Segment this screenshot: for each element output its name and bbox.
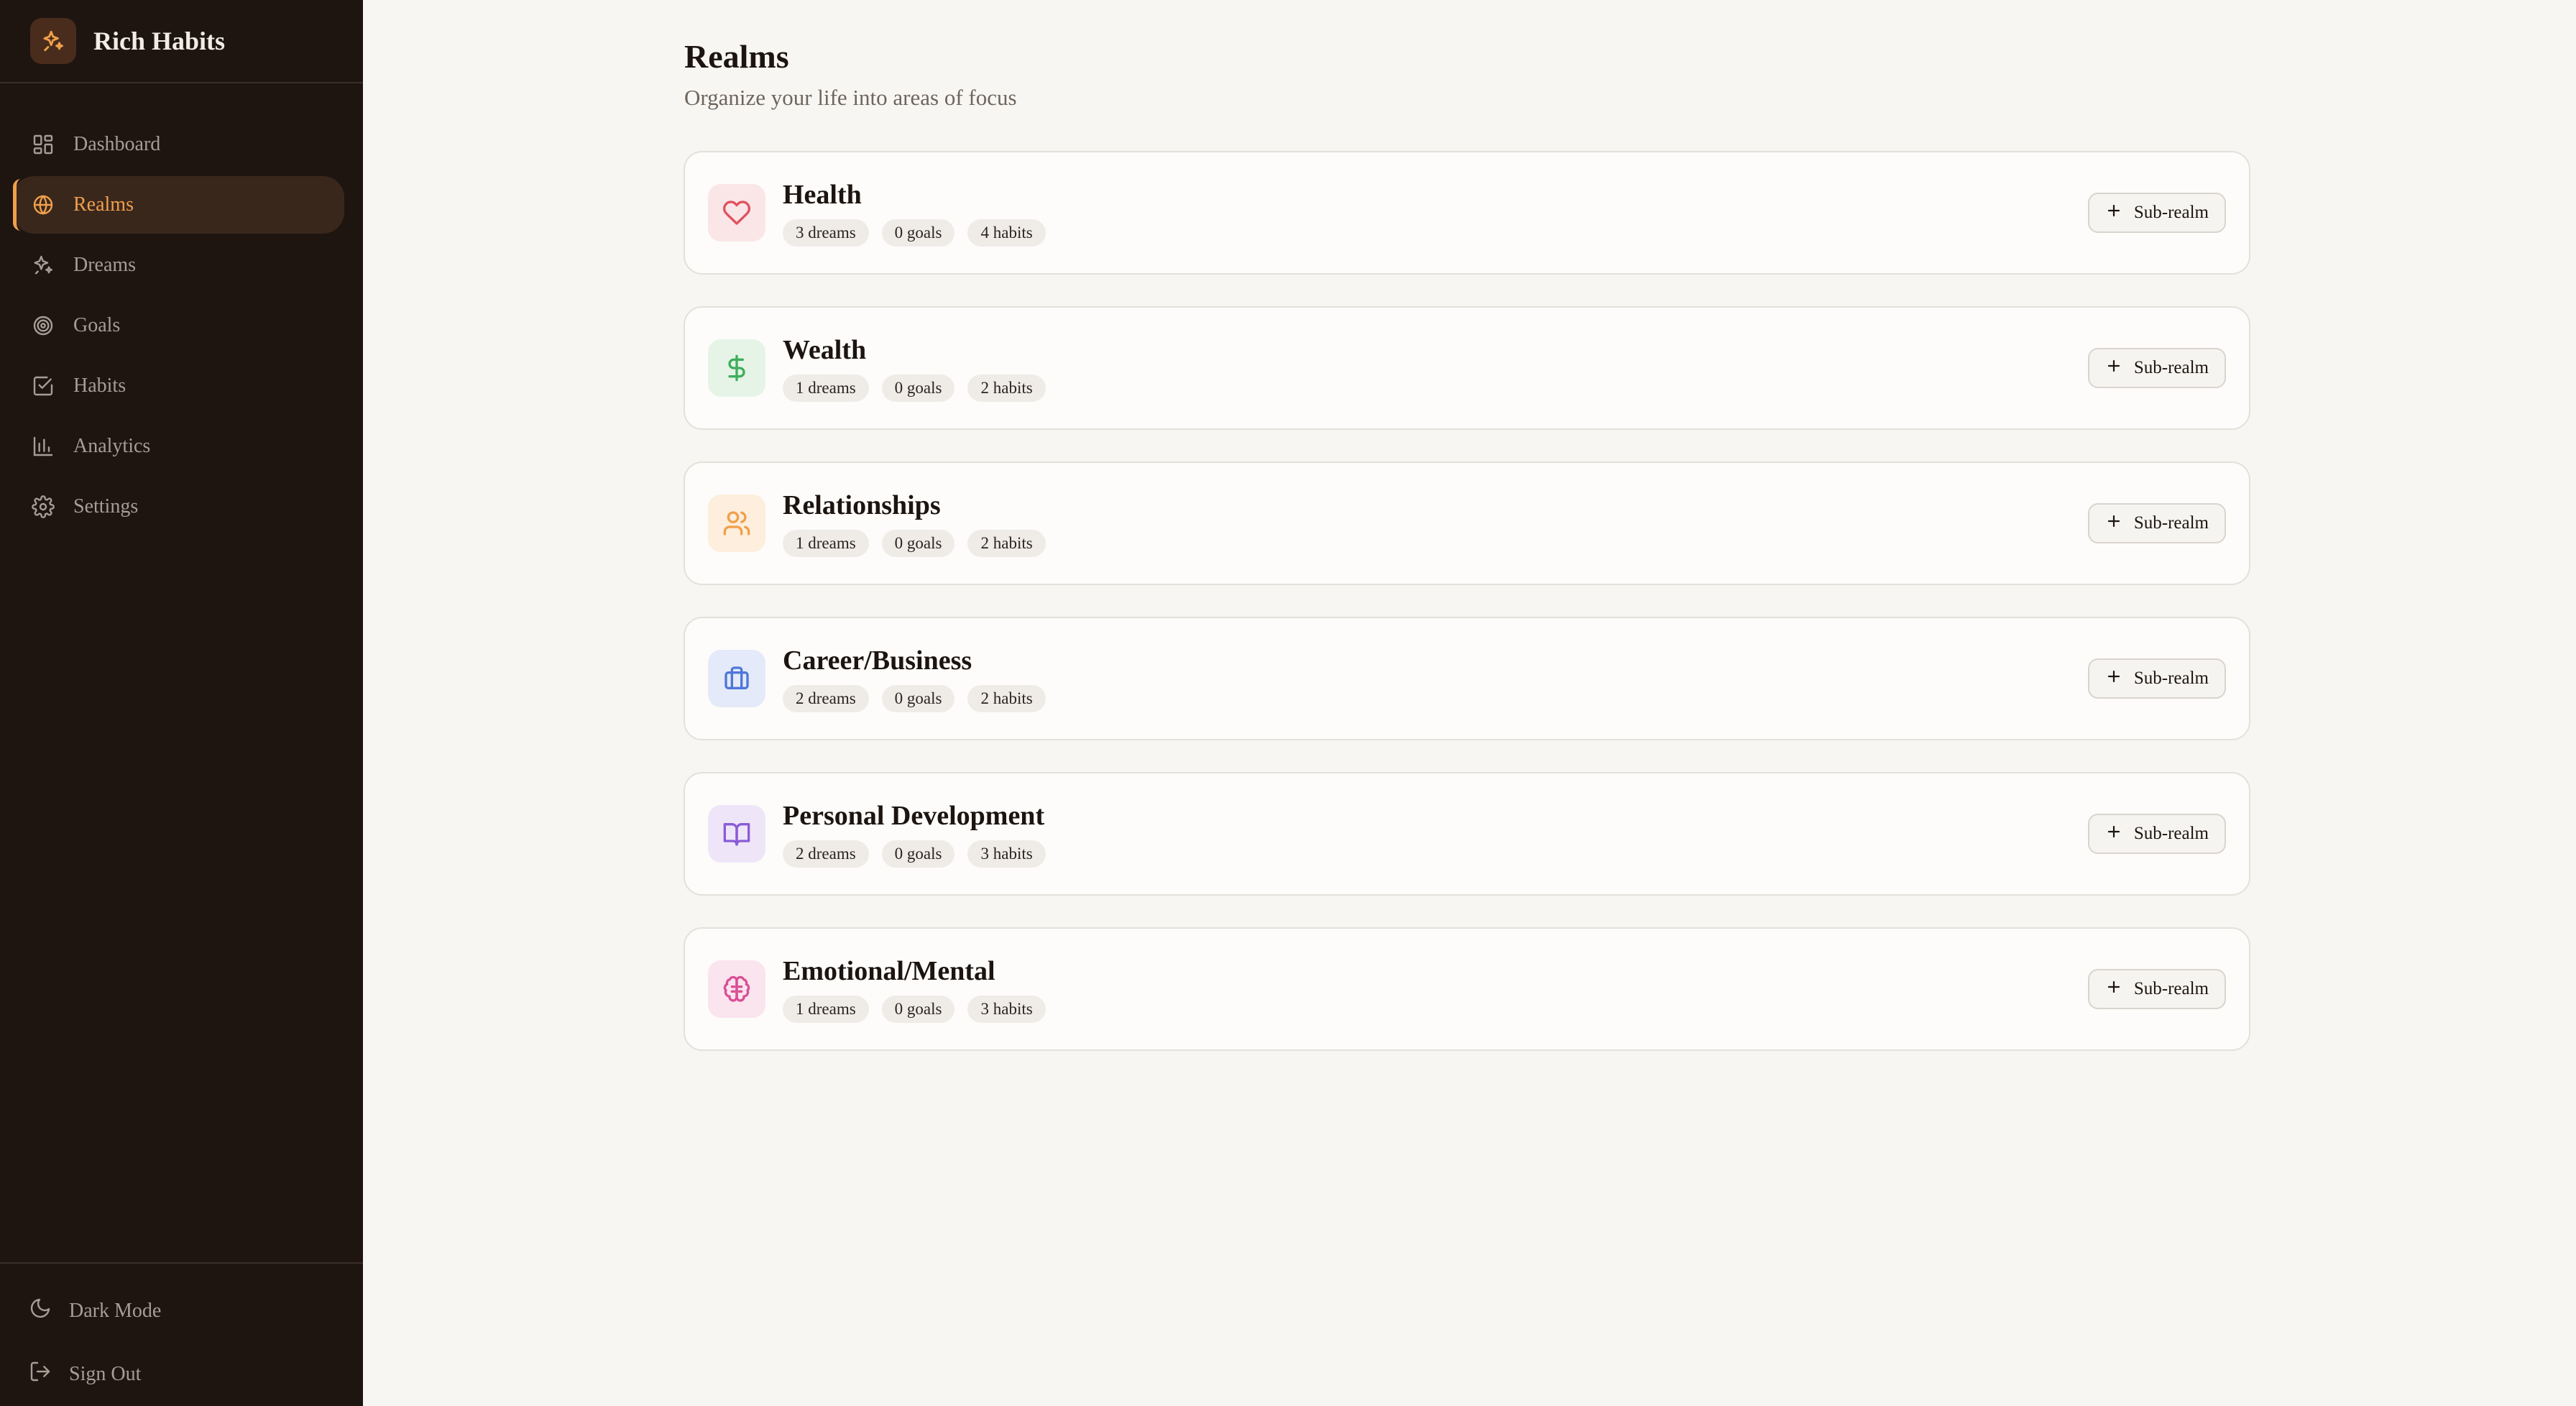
briefcase-icon <box>708 650 765 707</box>
nav-item-habits[interactable]: Habits <box>13 357 344 415</box>
dreams-count-badge: 1 dreams <box>783 530 869 557</box>
moon-icon <box>29 1297 52 1325</box>
nav-label: Analytics <box>73 435 151 457</box>
main-nav: Dashboard Realms Dreams Goals Habits Ana… <box>0 83 363 538</box>
add-sub-realm-button[interactable]: Sub-realm <box>2087 658 2226 699</box>
goals-count-badge: 0 goals <box>881 219 955 247</box>
nav-item-settings[interactable]: Settings <box>13 478 344 536</box>
sidebar-footer: Dark Mode Sign Out <box>0 1262 363 1406</box>
add-sub-realm-button[interactable]: Sub-realm <box>2087 814 2226 854</box>
nav-item-dreams[interactable]: Dreams <box>13 236 344 294</box>
goals-count-badge: 0 goals <box>881 530 955 557</box>
realm-card-personal-development[interactable]: Personal Development 2 dreams 0 goals 3 … <box>684 772 2250 896</box>
realm-card-wealth[interactable]: Wealth 1 dreams 0 goals 2 habits Sub-rea… <box>684 306 2250 430</box>
sparkles-icon <box>30 252 56 278</box>
sparkles-icon <box>30 18 76 64</box>
dark-mode-toggle[interactable]: Dark Mode <box>0 1279 363 1343</box>
sub-realm-label: Sub-realm <box>2133 203 2209 222</box>
main-content: Realms Organize your life into areas of … <box>363 0 2576 1406</box>
book-open-icon <box>708 805 765 863</box>
dreams-count-badge: 1 dreams <box>783 375 869 402</box>
realm-card-relationships[interactable]: Relationships 1 dreams 0 goals 2 habits … <box>684 461 2250 585</box>
sub-realm-label: Sub-realm <box>2133 824 2209 843</box>
realm-name: Career/Business <box>783 645 972 676</box>
nav-label: Habits <box>73 375 126 397</box>
target-icon <box>30 313 56 339</box>
sign-out-label: Sign Out <box>69 1363 142 1385</box>
sub-realm-label: Sub-realm <box>2133 979 2209 998</box>
users-icon <box>708 495 765 552</box>
add-sub-realm-button[interactable]: Sub-realm <box>2087 503 2226 543</box>
page-title: Realms <box>684 38 789 75</box>
add-sub-realm-button[interactable]: Sub-realm <box>2087 969 2226 1009</box>
realm-name: Relationships <box>783 490 941 520</box>
goals-count-badge: 0 goals <box>881 996 955 1023</box>
realm-name: Wealth <box>783 335 867 365</box>
goals-count-badge: 0 goals <box>881 685 955 712</box>
bar-chart-icon <box>30 433 56 459</box>
sub-realm-label: Sub-realm <box>2133 513 2209 533</box>
dollar-icon <box>708 339 765 397</box>
check-square-icon <box>30 373 56 399</box>
sub-realm-label: Sub-realm <box>2133 668 2209 688</box>
realm-card-health[interactable]: Health 3 dreams 0 goals 4 habits Sub-rea… <box>684 151 2250 275</box>
add-sub-realm-button[interactable]: Sub-realm <box>2087 193 2226 233</box>
realm-name: Personal Development <box>783 801 1045 831</box>
plus-icon <box>2105 357 2122 380</box>
habits-count-badge: 4 habits <box>967 219 1046 247</box>
plus-icon <box>2105 823 2122 845</box>
nav-label: Dashboard <box>73 133 161 155</box>
nav-label: Dreams <box>73 254 137 276</box>
page-subtitle: Organize your life into areas of focus <box>684 85 1017 110</box>
goals-count-badge: 0 goals <box>881 375 955 402</box>
brand[interactable]: Rich Habits <box>0 0 363 83</box>
realm-list: Health 3 dreams 0 goals 4 habits Sub-rea… <box>684 151 2250 1083</box>
plus-icon <box>2105 668 2122 690</box>
sign-out-button[interactable]: Sign Out <box>0 1343 363 1406</box>
nav-label: Goals <box>73 314 121 336</box>
dreams-count-badge: 1 dreams <box>783 996 869 1023</box>
goals-count-badge: 0 goals <box>881 840 955 868</box>
nav-item-dashboard[interactable]: Dashboard <box>13 116 344 173</box>
layout-dashboard-icon <box>30 132 56 157</box>
heart-icon <box>708 184 765 242</box>
habits-count-badge: 3 habits <box>967 996 1046 1023</box>
plus-icon <box>2105 513 2122 535</box>
log-out-icon <box>29 1360 52 1389</box>
sub-realm-label: Sub-realm <box>2133 358 2209 377</box>
nav-item-realms[interactable]: Realms <box>13 176 344 234</box>
dark-mode-label: Dark Mode <box>69 1300 162 1322</box>
nav-label: Settings <box>73 495 139 518</box>
nav-item-analytics[interactable]: Analytics <box>13 418 344 475</box>
realm-card-career-business[interactable]: Career/Business 2 dreams 0 goals 2 habit… <box>684 617 2250 740</box>
brand-name: Rich Habits <box>93 27 226 55</box>
sidebar: Rich Habits Dashboard Realms Dreams Goal… <box>0 0 363 1406</box>
dreams-count-badge: 2 dreams <box>783 685 869 712</box>
realm-name: Emotional/Mental <box>783 956 995 986</box>
nav-item-goals[interactable]: Goals <box>13 297 344 354</box>
realm-name: Health <box>783 180 862 210</box>
brain-icon <box>708 960 765 1018</box>
plus-icon <box>2105 202 2122 224</box>
dreams-count-badge: 2 dreams <box>783 840 869 868</box>
dreams-count-badge: 3 dreams <box>783 219 869 247</box>
add-sub-realm-button[interactable]: Sub-realm <box>2087 348 2226 388</box>
gear-icon <box>30 494 56 520</box>
globe-icon <box>30 192 56 218</box>
habits-count-badge: 2 habits <box>967 375 1046 402</box>
habits-count-badge: 3 habits <box>967 840 1046 868</box>
plus-icon <box>2105 978 2122 1001</box>
habits-count-badge: 2 habits <box>967 530 1046 557</box>
nav-label: Realms <box>73 193 134 216</box>
realm-card-emotional-mental[interactable]: Emotional/Mental 1 dreams 0 goals 3 habi… <box>684 927 2250 1051</box>
habits-count-badge: 2 habits <box>967 685 1046 712</box>
